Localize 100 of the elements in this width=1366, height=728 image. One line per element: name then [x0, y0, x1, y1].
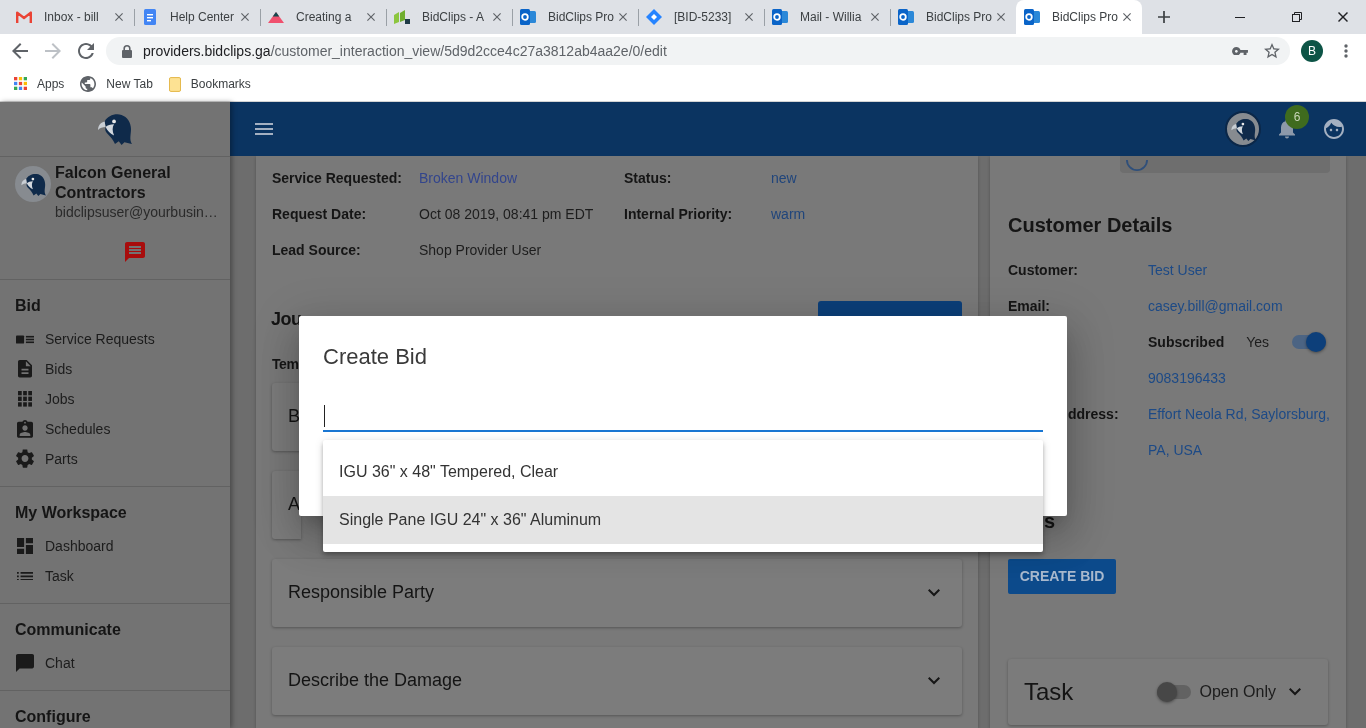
- id-card-icon: [16, 334, 34, 344]
- suggestion-item[interactable]: Single Pane IGU 24" x 36" Aluminum: [323, 496, 1043, 544]
- field-value: Shop Provider User: [419, 241, 542, 259]
- triangle-logo-icon: [268, 11, 284, 23]
- chat-icon: [16, 654, 34, 672]
- card-title: Task: [1024, 677, 1074, 707]
- field-label: Internal Priority:: [624, 205, 733, 223]
- section-heading: My Workspace: [15, 503, 128, 523]
- browser-tab[interactable]: BidClips Pro: [1016, 0, 1142, 34]
- chevron-icon[interactable]: [928, 677, 940, 685]
- section-heading: Communicate: [15, 620, 122, 640]
- section-heading: Bid: [15, 296, 42, 316]
- url-text: providers.bidclips.ga/customer_interaction_view/5d9d2cce4c27a3812ab4aa2e/0/edit: [143, 42, 667, 60]
- plus-icon[interactable]: [1158, 11, 1170, 23]
- reload-icon[interactable]: [78, 43, 94, 59]
- field-label: Customer:: [1008, 261, 1078, 278]
- browser-tab[interactable]: Creating a: [260, 0, 386, 34]
- field-label: Tem: [272, 355, 299, 374]
- field-value: Test User: [1148, 261, 1208, 279]
- browser-tab[interactable]: Mail - Willia: [764, 0, 890, 34]
- minimize-icon[interactable]: [1235, 16, 1245, 18]
- chevron-icon[interactable]: [928, 589, 940, 597]
- profile-button[interactable]: B: [1301, 40, 1323, 62]
- star-icon[interactable]: [1264, 43, 1280, 59]
- suggestion-item[interactable]: IGU 36" x 48" Tempered, Clear: [323, 448, 1043, 496]
- browser-tab[interactable]: [BID-5233]: [638, 0, 764, 34]
- more-options-icon[interactable]: [1344, 44, 1348, 58]
- notification-badge: 6: [1285, 105, 1309, 130]
- key-icon[interactable]: [1232, 46, 1248, 56]
- sidebar-item[interactable]: Bids: [15, 354, 215, 384]
- contact-badge-icon: [17, 420, 33, 438]
- field-value: new: [771, 169, 797, 187]
- o-badge-icon: [1024, 9, 1040, 25]
- bird-avatar-icon: [15, 166, 51, 202]
- field-label: Subscribed: [1148, 333, 1225, 351]
- sidebar-item[interactable]: Task: [15, 561, 215, 591]
- browser-tab[interactable]: Help Center: [134, 0, 260, 34]
- expansion-panel[interactable]: B: [272, 383, 301, 451]
- face-icon[interactable]: [1324, 119, 1344, 139]
- chevron-icon[interactable]: [1289, 688, 1301, 696]
- grid-icon: [18, 391, 32, 407]
- field-value: Yes: [1246, 333, 1270, 351]
- diamond-icon: [646, 9, 662, 25]
- field-label: Lead Source:: [272, 241, 361, 259]
- field-label: Service Requested:: [272, 169, 402, 187]
- account-email: bidclipsuser@yourbusin…: [55, 203, 218, 222]
- gear-icon: [16, 449, 34, 469]
- browser-tab[interactable]: BidClips - A: [386, 0, 512, 34]
- text-cursor-icon: [324, 404, 325, 427]
- sidebar-item[interactable]: Dashboard: [15, 531, 215, 561]
- o-badge-icon: [520, 9, 536, 25]
- browser-tab[interactable]: BidClips Pro: [512, 0, 638, 34]
- bird-logo-icon: [96, 113, 134, 145]
- bookmark-item[interactable]: New Tab: [80, 76, 153, 92]
- back-arrow-icon[interactable]: [12, 43, 28, 59]
- lock-icon: [122, 44, 132, 58]
- toggle-label: Open Only: [1199, 682, 1276, 702]
- toggle-switch[interactable]: [1156, 682, 1191, 702]
- m-logo-icon: [16, 11, 32, 23]
- toggle-switch[interactable]: [1292, 332, 1326, 352]
- company-name: Falcon General Contractors: [55, 163, 172, 203]
- bookmark-item[interactable]: Apps: [14, 76, 65, 92]
- avatar-icon: [1126, 159, 1148, 171]
- browser-tab[interactable]: Inbox - bill: [8, 0, 134, 34]
- globe-icon[interactable]: [80, 76, 97, 92]
- list-icon: [17, 571, 33, 581]
- document-icon: [144, 9, 156, 25]
- sidebar-item[interactable]: Service Requests: [15, 324, 215, 354]
- document-icon: [18, 360, 32, 378]
- field-value: 9083196433: [1148, 369, 1226, 387]
- create-bid-button[interactable]: CREATE BID: [1008, 559, 1116, 594]
- close-icon[interactable]: [1338, 12, 1348, 22]
- sidebar-item[interactable]: Jobs: [15, 384, 215, 414]
- field-value: casey.bill@gmail.com: [1148, 297, 1283, 315]
- expansion-panel[interactable]: Responsible Party: [272, 559, 962, 627]
- sidebar-item[interactable]: Chat: [15, 648, 215, 678]
- field-value: Effort Neola Rd, Saylorsburg,: [1148, 405, 1330, 423]
- menu-icon[interactable]: [255, 123, 273, 135]
- restore-icon[interactable]: [1292, 12, 1302, 22]
- field-value: PA, USA: [1148, 441, 1203, 459]
- field-label: Status:: [624, 169, 672, 187]
- field-label: Request Date:: [272, 205, 367, 223]
- bird-avatar-icon: [1225, 111, 1261, 147]
- field-label: ddress:: [1068, 405, 1119, 422]
- field-value: warm: [771, 205, 806, 223]
- close-icon[interactable]: [1123, 13, 1131, 21]
- sidebar-item[interactable]: Schedules: [15, 414, 215, 444]
- browser-tab[interactable]: BidClips Pro: [890, 0, 1016, 34]
- dialog-title: Create Bid: [323, 343, 427, 371]
- section-heading: Customer Details: [1008, 213, 1173, 238]
- expansion-panel[interactable]: Describe the Damage: [272, 647, 962, 715]
- sidebar-item[interactable]: Parts: [15, 444, 215, 474]
- section-heading: s: [1044, 510, 1056, 532]
- expansion-panel[interactable]: A: [272, 471, 301, 539]
- bookmark-item[interactable]: Bookmarks: [168, 76, 251, 92]
- field-value: Oct 08 2019, 08:41 pm EDT: [419, 205, 594, 223]
- apps-grid-icon[interactable]: [14, 77, 27, 91]
- address-bar[interactable]: providers.bidclips.ga/customer_interaction_view/5d9d2cce4c27a3812ab4aa2e/0/edit: [106, 37, 1290, 65]
- section-heading: Configure: [15, 707, 92, 727]
- o-badge-icon: [772, 9, 788, 25]
